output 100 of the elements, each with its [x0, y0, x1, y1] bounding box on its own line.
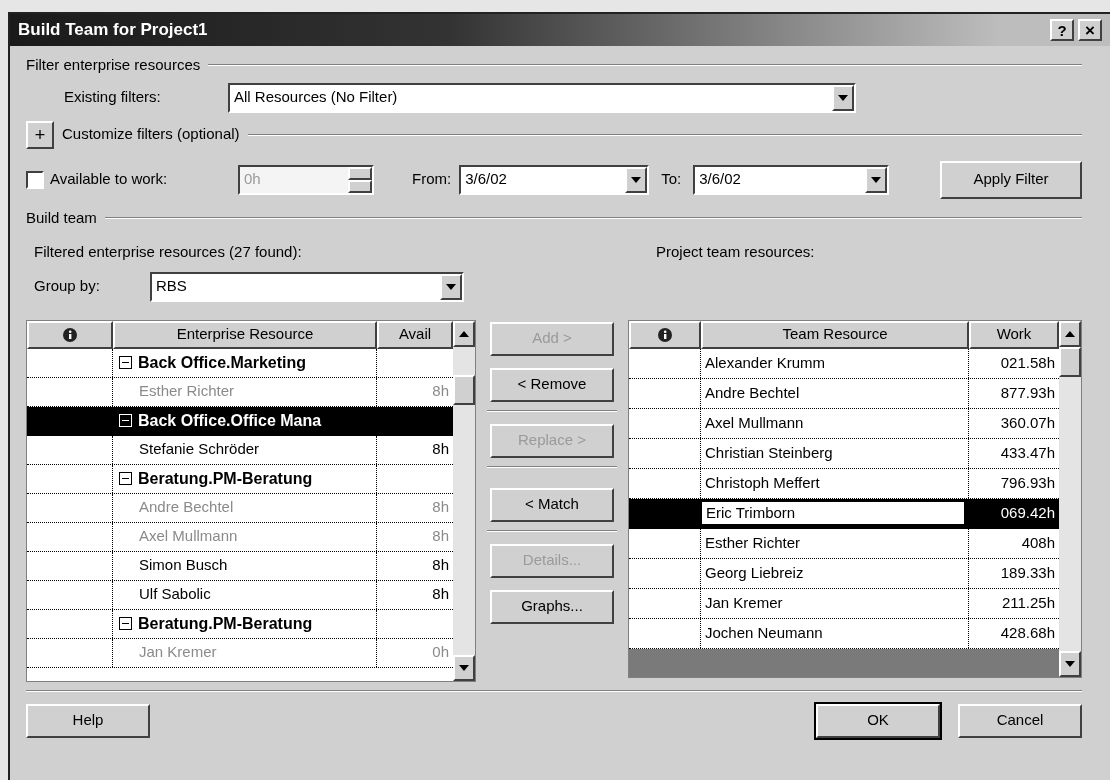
- avail-value: 8h: [432, 381, 449, 402]
- work-value: 408h: [1021, 532, 1055, 553]
- collapse-icon[interactable]: [119, 617, 132, 630]
- resource-name: Ulf Sabolic: [138, 584, 211, 605]
- dialog-button[interactable]: Cancel: [958, 703, 1082, 738]
- scrollbar[interactable]: [1059, 320, 1081, 677]
- scroll-up-button[interactable]: [1059, 320, 1081, 347]
- work-value: 796.93h: [1000, 472, 1055, 493]
- caret-icon: [838, 94, 848, 101]
- work-value: 433.47h: [1000, 442, 1055, 463]
- dropdown-button[interactable]: [865, 166, 888, 193]
- avail-value: 8h: [432, 439, 449, 460]
- close-button[interactable]: ×: [1078, 19, 1102, 41]
- scroll-thumb[interactable]: [1059, 346, 1081, 377]
- down-arrow-icon: [459, 664, 469, 671]
- group-name: Back Office.Marketing: [138, 352, 307, 373]
- work-value: 211.25h: [1001, 592, 1055, 613]
- team-resource-name: Jan Kremer: [704, 592, 783, 613]
- action-button[interactable]: < Remove: [490, 367, 614, 402]
- work-value: 021.58h: [1000, 352, 1055, 373]
- table-row[interactable]: Andre Bechtel 8h: [27, 493, 453, 523]
- table-row[interactable]: Ulf Sabolic 8h: [27, 580, 453, 610]
- work-value: 360.07h: [1000, 412, 1055, 433]
- table-row[interactable]: Beratung.PM-Beratung: [27, 464, 453, 494]
- resource-name: Axel Mullmann: [138, 526, 238, 547]
- dialog-button[interactable]: Help: [26, 703, 150, 738]
- column-header[interactable]: Avail: [377, 320, 453, 349]
- caret-icon: [871, 176, 882, 183]
- collapse-icon[interactable]: [119, 356, 132, 369]
- table-row[interactable]: Back Office.Marketing: [27, 348, 453, 378]
- team-resource-name: Georg Liebreiz: [704, 562, 804, 583]
- dropdown-button[interactable]: [440, 273, 462, 300]
- apply-filter-button[interactable]: Apply Filter: [940, 160, 1082, 199]
- team-resource-name: Esther Richter: [704, 532, 801, 553]
- field-label: Group by:: [34, 276, 101, 297]
- action-button[interactable]: < Match: [490, 487, 614, 522]
- expand-toggle[interactable]: +: [26, 120, 54, 149]
- scrollbar[interactable]: [453, 320, 475, 681]
- column-header[interactable]: Enterprise Resource: [113, 320, 377, 349]
- table-row[interactable]: Andre Bechtel 877.93h: [629, 378, 1059, 409]
- help-button[interactable]: ?: [1050, 19, 1074, 41]
- work-value: 069.42h: [1000, 502, 1055, 523]
- section-label: Project team resources:: [656, 242, 815, 262]
- up-arrow-icon: [459, 330, 469, 337]
- team-resource-name: Andre Bechtel: [704, 382, 800, 403]
- team-resource-name: Alexander Krumm: [704, 352, 826, 373]
- table-row[interactable]: Alexander Krumm 021.58h: [629, 348, 1059, 379]
- scroll-down-button[interactable]: [1059, 650, 1081, 677]
- section-label: Filtered enterprise resources (27 found):: [34, 242, 303, 262]
- caret-icon: [446, 283, 456, 290]
- filter-dropdown[interactable]: All Resources (No Filter): [228, 82, 856, 113]
- scroll-thumb[interactable]: [453, 374, 475, 405]
- table-row[interactable]: Georg Liebreiz 189.33h: [629, 558, 1059, 589]
- field-label: From:: [412, 169, 452, 190]
- dialog-button[interactable]: OK: [816, 703, 940, 738]
- table-row[interactable]: Eric Trimborn 069.42h: [629, 498, 1059, 529]
- from-date-field[interactable]: 3/6/02: [459, 164, 650, 195]
- section-heading: Build team: [26, 207, 97, 228]
- column-header[interactable]: Work: [969, 320, 1059, 349]
- team-resource-name: Axel Mullmann: [704, 412, 804, 433]
- team-resource-name: Jochen Neumann: [704, 622, 823, 643]
- column-header[interactable]: Team Resource: [701, 320, 969, 349]
- collapse-icon[interactable]: [119, 472, 132, 485]
- checkbox-label: Available to work:: [50, 169, 168, 190]
- dropdown-button[interactable]: [625, 166, 648, 193]
- table-row[interactable]: Simon Busch 8h: [27, 551, 453, 581]
- window-title: Build Team for Project1: [17, 19, 208, 42]
- group-by-dropdown[interactable]: RBS: [150, 271, 464, 302]
- info-icon: [658, 327, 672, 342]
- resource-name: Jan Kremer: [138, 642, 217, 663]
- scroll-down-button[interactable]: [453, 654, 475, 681]
- table-row[interactable]: Stefanie Schröder 8h: [27, 435, 453, 465]
- to-date-field[interactable]: 3/6/02: [693, 164, 890, 195]
- avail-value: 0h: [432, 642, 449, 663]
- table-row[interactable]: Jochen Neumann 428.68h: [629, 618, 1059, 649]
- table-row[interactable]: Christoph Meffert 796.93h: [629, 468, 1059, 499]
- column-header[interactable]: [629, 320, 701, 349]
- table-row[interactable]: Christian Steinberg 433.47h: [629, 438, 1059, 469]
- table-row[interactable]: Esther Richter 408h: [629, 528, 1059, 559]
- avail-value: 8h: [432, 497, 449, 518]
- work-value: 428.68h: [1000, 622, 1055, 643]
- down-arrow-icon: [1065, 660, 1075, 667]
- section-heading: Customize filters (optional): [62, 124, 240, 145]
- up-arrow-icon: [1065, 330, 1075, 337]
- table-row[interactable]: Jan Kremer 0h: [27, 638, 453, 668]
- table-row[interactable]: Axel Mullmann 8h: [27, 522, 453, 552]
- table-row[interactable]: Esther Richter 8h: [27, 377, 453, 407]
- scroll-up-button[interactable]: [453, 320, 475, 347]
- table-row[interactable]: Axel Mullmann 360.07h: [629, 408, 1059, 439]
- table-row[interactable]: Beratung.PM-Beratung: [27, 609, 453, 639]
- resource-name: Simon Busch: [138, 555, 228, 576]
- table-row[interactable]: Jan Kremer 211.25h: [629, 588, 1059, 619]
- caret-icon: [631, 176, 642, 183]
- field-label: Existing filters:: [64, 87, 162, 108]
- table-row[interactable]: Back Office.Office Mana: [27, 406, 453, 436]
- action-button[interactable]: Graphs...: [490, 589, 614, 624]
- work-value: 877.93h: [1000, 382, 1055, 403]
- dropdown-button[interactable]: [832, 84, 854, 111]
- column-header[interactable]: [27, 320, 113, 349]
- group-name: Beratung.PM-Beratung: [138, 468, 313, 489]
